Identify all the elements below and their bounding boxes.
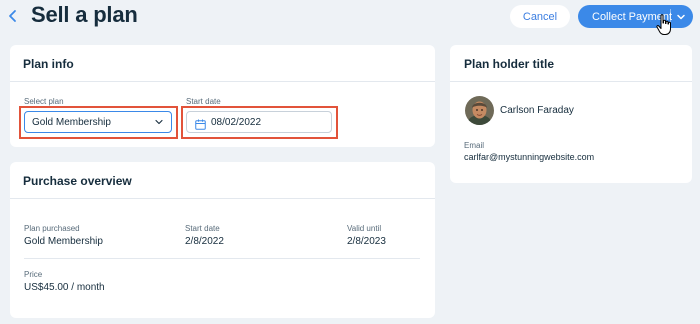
overview-divider xyxy=(24,258,420,259)
avatar xyxy=(465,96,494,125)
user-photo-icon xyxy=(465,96,494,125)
card-divider xyxy=(450,81,692,82)
valid-until-value: 2/8/2023 xyxy=(347,236,386,247)
plan-purchased-value: Gold Membership xyxy=(24,236,103,247)
page-title: Sell a plan xyxy=(31,2,138,27)
plan-info-card: Plan info Select plan Gold Membership St… xyxy=(10,45,435,147)
price-value: US$45.00 / month xyxy=(24,282,105,293)
start-date-label: Start date xyxy=(186,97,221,106)
collect-payment-button[interactable]: Collect Payment xyxy=(578,5,693,28)
select-plan-label: Select plan xyxy=(24,97,64,106)
plan-holder-title: Plan holder title xyxy=(464,57,555,71)
valid-until-label: Valid until xyxy=(347,224,382,233)
cancel-button[interactable]: Cancel xyxy=(510,5,570,28)
purchase-overview-title: Purchase overview xyxy=(23,174,132,188)
card-divider xyxy=(10,81,435,82)
button-divider xyxy=(670,9,671,24)
select-plan-value: Gold Membership xyxy=(32,116,111,128)
overview-start-date-value: 2/8/2022 xyxy=(185,236,224,247)
purchase-overview-card: Purchase overview Plan purchased Gold Me… xyxy=(10,162,435,318)
plan-purchased-label: Plan purchased xyxy=(24,224,80,233)
start-date-input[interactable]: 08/02/2022 xyxy=(186,111,332,133)
card-divider xyxy=(10,198,435,199)
page-header: Sell a plan Cancel Collect Payment xyxy=(0,0,700,35)
email-label: Email xyxy=(464,141,485,150)
collect-payment-label: Collect Payment xyxy=(592,10,673,23)
chevron-down-icon xyxy=(155,119,163,125)
plan-info-title: Plan info xyxy=(23,57,74,71)
calendar-icon xyxy=(195,119,206,130)
price-label: Price xyxy=(24,270,43,279)
start-date-value: 08/02/2022 xyxy=(211,116,262,128)
overview-start-date-label: Start date xyxy=(185,224,220,233)
chevron-down-icon[interactable] xyxy=(675,11,687,23)
back-arrow-icon[interactable] xyxy=(6,6,20,26)
plan-holder-name: Carlson Faraday xyxy=(500,105,574,116)
select-plan-dropdown[interactable]: Gold Membership xyxy=(24,111,172,133)
email-value: carlfar@mystunningwebsite.com xyxy=(464,152,595,162)
